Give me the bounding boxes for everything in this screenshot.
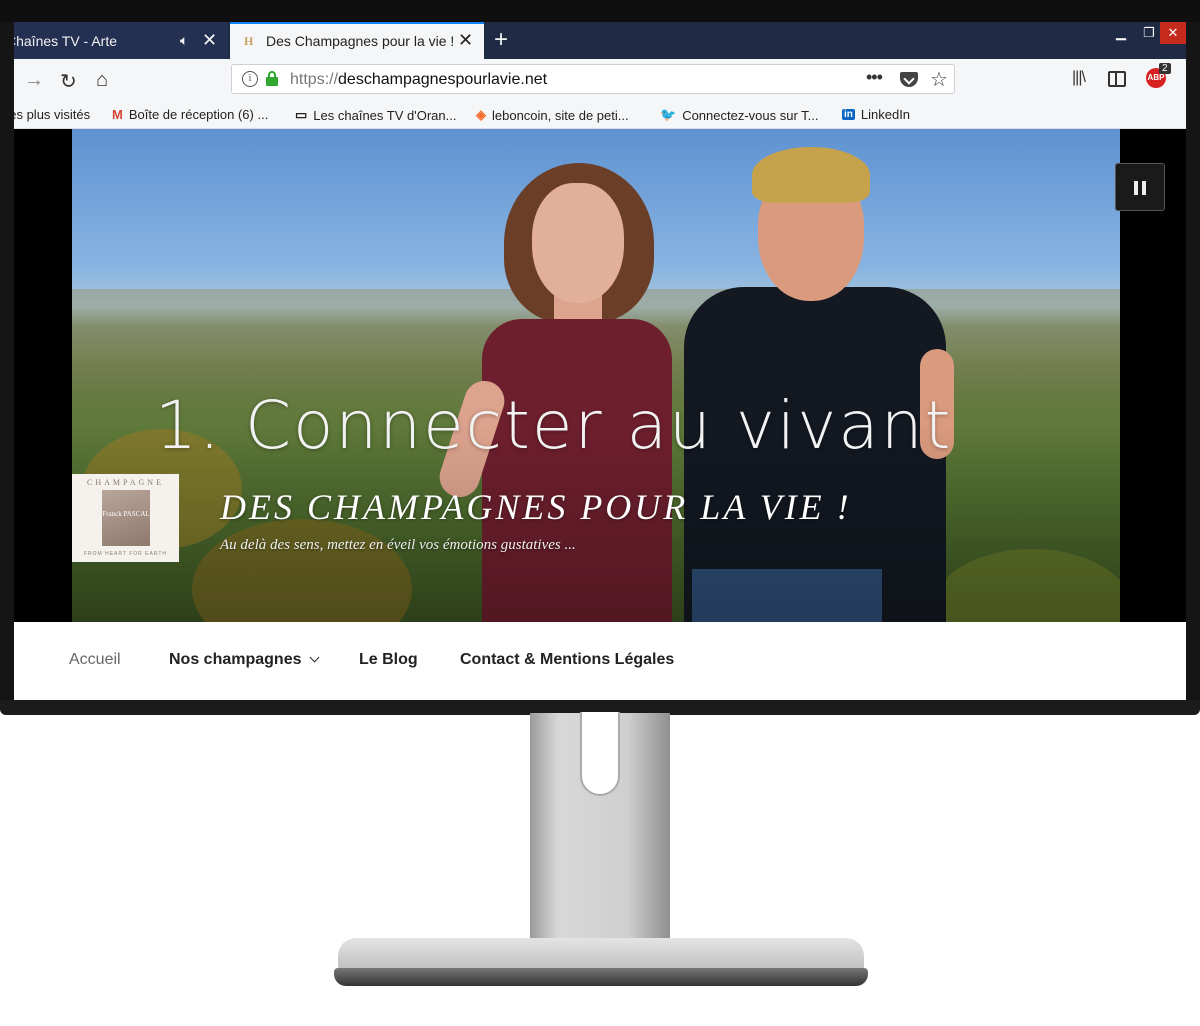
web-page: 1. Connecter au vivant CHAMPAGNE Franck …	[14, 129, 1186, 700]
library-icon[interactable]: |||\	[1072, 69, 1086, 87]
pocket-icon[interactable]	[900, 72, 918, 87]
menu-item-le-blog[interactable]: Le Blog	[359, 651, 418, 669]
tab-strip: Chaînes TV - Arte 🔈︎ ✕ H Des Champagnes …	[14, 22, 1186, 59]
bookmarks-toolbar: Les plus visités M Boîte de réception (6…	[14, 101, 1186, 129]
tab-arte[interactable]: Chaînes TV - Arte 🔈︎ ✕	[14, 22, 228, 59]
info-icon[interactable]: i	[242, 71, 258, 87]
tv-icon: ▭	[295, 107, 308, 122]
navigation-bar: → ↻ ⌂ i https://deschampagnespourlavie.n…	[14, 59, 1186, 101]
logo-text-bottom: FROM HEART FOR EARTH	[83, 551, 168, 557]
page-actions-icon[interactable]: •••	[866, 67, 883, 88]
bookmark-linkedin[interactable]: in LinkedIn	[842, 107, 910, 122]
pause-button[interactable]	[1115, 163, 1165, 211]
tab-champagnes[interactable]: H Des Champagnes pour la vie ! - ✕	[230, 22, 484, 59]
monitor-bezel-top	[0, 0, 1200, 22]
linkedin-icon: in	[842, 109, 855, 120]
bookmark-gmail[interactable]: M Boîte de réception (6) ...	[112, 107, 268, 122]
header-video-frame: 1. Connecter au vivant CHAMPAGNE Franck …	[14, 129, 1186, 622]
bookmark-label: LinkedIn	[860, 107, 911, 122]
main-menu: Accueil Nos champagnes Le Blog Contact &…	[14, 622, 1186, 700]
tab-title: Chaînes TV - Arte	[14, 32, 118, 49]
tab-title: Des Champagnes pour la vie ! -	[266, 33, 454, 49]
bookmark-label: Les plus visités	[14, 107, 91, 122]
adblock-count-badge: 2	[1159, 63, 1171, 74]
new-tab-button[interactable]: +	[494, 26, 508, 54]
home-icon[interactable]: ⌂	[96, 69, 108, 92]
twitter-icon: 🐦	[660, 107, 677, 122]
screen: Chaînes TV - Arte 🔈︎ ✕ H Des Champagnes …	[14, 22, 1186, 700]
speaker-icon[interactable]: 🔈︎	[180, 32, 188, 49]
monitor-stand-base-edge	[334, 968, 868, 986]
menu-item-nos-champagnes[interactable]: Nos champagnes	[169, 651, 320, 669]
forward-icon[interactable]: →	[24, 69, 44, 92]
close-icon[interactable]: ✕	[458, 30, 473, 51]
bookmark-label: Boîte de réception (6) ...	[128, 107, 269, 122]
bookmark-label: Connectez-vous sur T...	[682, 107, 819, 123]
site-tagline: Au delà des sens, mettez en éveil vos ém…	[220, 537, 576, 553]
minimize-icon[interactable]: ▁	[1106, 22, 1136, 44]
window-close-icon[interactable]: ✕	[1160, 22, 1186, 44]
bookmark-leboncoin[interactable]: ◈ leboncoin, site de peti...	[476, 107, 629, 123]
menu-item-label: Nos champagnes	[169, 651, 302, 668]
monitor-frame: Chaînes TV - Arte 🔈︎ ✕ H Des Champagnes …	[0, 0, 1200, 715]
menu-item-contact[interactable]: Contact & Mentions Légales	[460, 651, 674, 669]
bookmark-label: Les chaînes TV d'Oran...	[313, 107, 457, 123]
site-favicon-icon: H	[244, 34, 254, 48]
chevron-down-icon	[310, 652, 320, 663]
bookmark-label: leboncoin, site de peti...	[492, 107, 629, 123]
url-host: deschampagnespourlavie.net	[338, 71, 548, 88]
logo-text-top: CHAMPAGNE	[87, 478, 164, 487]
close-icon[interactable]: ✕	[202, 30, 217, 51]
gmail-icon: M	[112, 107, 123, 122]
site-logo[interactable]: CHAMPAGNE Franck PASCAL FROM HEART FOR E…	[72, 474, 179, 562]
cable-hole	[580, 712, 620, 796]
monitor-stand-base	[338, 938, 864, 972]
lock-icon	[266, 71, 278, 86]
leboncoin-icon: ◈	[476, 107, 486, 122]
url-bar[interactable]: i https://deschampagnespourlavie.net •••…	[231, 64, 955, 94]
logo-name: Franck PASCAL	[102, 510, 150, 518]
sidebar-icon[interactable]	[1108, 71, 1126, 87]
bookmark-most-visited[interactable]: Les plus visités	[14, 107, 90, 122]
video-caption: 1. Connecter au vivant	[155, 387, 953, 464]
bookmark-star-icon[interactable]: ☆	[930, 67, 948, 92]
reload-icon[interactable]: ↻	[60, 69, 77, 94]
url-text[interactable]: https://deschampagnespourlavie.net	[290, 71, 547, 89]
url-protocol: https://	[290, 71, 339, 88]
site-title[interactable]: DES CHAMPAGNES POUR LA VIE !	[220, 486, 852, 528]
menu-item-accueil[interactable]: Accueil	[69, 651, 121, 669]
pause-icon	[1134, 181, 1138, 195]
bookmark-twitter[interactable]: 🐦 Connectez-vous sur T...	[660, 107, 819, 123]
bookmark-orange-tv[interactable]: ▭ Les chaînes TV d'Oran...	[295, 107, 456, 123]
